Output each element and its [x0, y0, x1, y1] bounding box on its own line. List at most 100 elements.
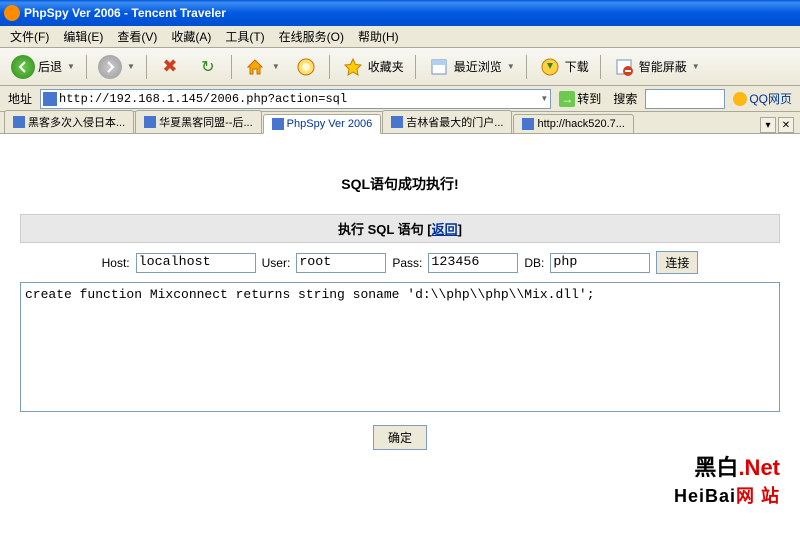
- back-button[interactable]: 后退 ▼: [6, 52, 80, 82]
- stop-icon: ✖: [158, 55, 182, 79]
- tab-close-button[interactable]: ✕: [778, 117, 794, 133]
- submit-button[interactable]: 确定: [373, 425, 427, 450]
- chevron-down-icon: ▼: [67, 62, 75, 71]
- search-label: 搜索: [609, 90, 641, 107]
- tab-label: 华夏黑客同盟--后...: [159, 114, 253, 130]
- go-button[interactable]: → 转到: [555, 90, 605, 107]
- address-input-wrap[interactable]: ▼: [40, 89, 551, 109]
- tab-4[interactable]: http://hack520.7...: [513, 114, 633, 133]
- window-titlebar: PhpSpy Ver 2006 - Tencent Traveler: [0, 0, 800, 26]
- separator: [146, 55, 147, 79]
- qq-label: QQ网页: [749, 90, 792, 107]
- tab-favicon: [13, 116, 25, 128]
- tab-label: 黑客多次入侵日本...: [28, 114, 125, 130]
- search-icon: [294, 55, 318, 79]
- tab-label: PhpSpy Ver 2006: [287, 118, 373, 130]
- watermark-bottom: HeiBai网 站: [674, 482, 780, 508]
- separator: [415, 55, 416, 79]
- refresh-button[interactable]: ↻: [191, 52, 225, 82]
- star-icon: [341, 55, 365, 79]
- success-message: SQL语句成功执行!: [20, 174, 780, 194]
- forward-button[interactable]: ▼: [93, 52, 140, 82]
- app-icon: [4, 5, 20, 21]
- download-label: 下载: [565, 58, 589, 75]
- back-label: 后退: [38, 58, 62, 75]
- back-icon: [11, 55, 35, 79]
- refresh-icon: ↻: [196, 55, 220, 79]
- db-label: DB:: [524, 256, 544, 270]
- host-input[interactable]: [136, 253, 256, 273]
- stop-button[interactable]: ✖: [153, 52, 187, 82]
- home-icon: [243, 55, 267, 79]
- address-input[interactable]: [59, 92, 538, 106]
- tab-label: 吉林省最大的门户...: [406, 114, 503, 130]
- db-connection-row: Host: User: Pass: DB: 连接: [20, 251, 780, 274]
- search-button[interactable]: [289, 52, 323, 82]
- toolbar: 后退 ▼ ▼ ✖ ↻ ▼ 收藏夹 最近浏览 ▼: [0, 48, 800, 86]
- tab-0[interactable]: 黑客多次入侵日本...: [4, 110, 134, 133]
- menu-edit[interactable]: 编辑(E): [57, 26, 109, 47]
- user-input[interactable]: [296, 253, 386, 273]
- chevron-down-icon: ▼: [692, 62, 700, 71]
- favorites-button[interactable]: 收藏夹: [336, 52, 409, 82]
- chevron-down-icon: ▼: [507, 62, 515, 71]
- search-input[interactable]: [645, 89, 725, 109]
- menu-file[interactable]: 文件(F): [4, 26, 55, 47]
- tab-favicon: [144, 116, 156, 128]
- section-header: 执行 SQL 语句 [返回]: [20, 214, 780, 243]
- history-label: 最近浏览: [454, 58, 502, 75]
- smartblock-button[interactable]: 智能屏蔽 ▼: [607, 52, 705, 82]
- section-title-prefix: 执行 SQL 语句 [: [338, 222, 432, 237]
- user-label: User:: [262, 256, 291, 270]
- section-title-suffix: ]: [458, 222, 462, 237]
- tabbar: 黑客多次入侵日本... 华夏黑客同盟--后... PhpSpy Ver 2006…: [0, 112, 800, 134]
- home-button[interactable]: ▼: [238, 52, 285, 82]
- menu-favorites[interactable]: 收藏(A): [165, 26, 217, 47]
- history-icon: [427, 55, 451, 79]
- separator: [329, 55, 330, 79]
- download-button[interactable]: 下载: [533, 52, 594, 82]
- separator: [86, 55, 87, 79]
- menubar: 文件(F) 编辑(E) 查看(V) 收藏(A) 工具(T) 在线服务(O) 帮助…: [0, 26, 800, 48]
- tabbar-controls: ▾ ✕: [758, 117, 796, 133]
- download-icon: [538, 55, 562, 79]
- sql-query-textarea[interactable]: [20, 282, 780, 412]
- chevron-down-icon: ▼: [272, 62, 280, 71]
- watermark: 黑白.Net HeiBai网 站: [674, 450, 780, 508]
- pass-label: Pass:: [392, 256, 422, 270]
- go-icon: →: [559, 91, 575, 107]
- window-title: PhpSpy Ver 2006 - Tencent Traveler: [24, 6, 226, 20]
- pass-input[interactable]: [428, 253, 518, 273]
- tab-2[interactable]: PhpSpy Ver 2006: [263, 114, 382, 134]
- menu-help[interactable]: 帮助(H): [352, 26, 405, 47]
- tab-1[interactable]: 华夏黑客同盟--后...: [135, 110, 262, 133]
- tab-menu-button[interactable]: ▾: [760, 117, 776, 133]
- separator: [231, 55, 232, 79]
- tab-favicon: [391, 116, 403, 128]
- menu-view[interactable]: 查看(V): [111, 26, 163, 47]
- address-label: 地址: [4, 90, 36, 107]
- tab-3[interactable]: 吉林省最大的门户...: [382, 110, 512, 133]
- host-label: Host:: [102, 256, 130, 270]
- tab-label: http://hack520.7...: [537, 118, 624, 130]
- connect-button[interactable]: 连接: [656, 251, 698, 274]
- page-favicon: [43, 92, 57, 106]
- addressbar: 地址 ▼ → 转到 搜索 QQ网页: [0, 86, 800, 112]
- qq-link[interactable]: QQ网页: [729, 90, 796, 107]
- page-content: SQL语句成功执行! 执行 SQL 语句 [返回] Host: User: Pa…: [0, 134, 800, 470]
- tab-favicon: [522, 118, 534, 130]
- separator: [600, 55, 601, 79]
- menu-online[interactable]: 在线服务(O): [273, 26, 350, 47]
- chevron-down-icon: ▼: [127, 62, 135, 71]
- separator: [526, 55, 527, 79]
- watermark-top: 黑白.Net: [674, 450, 780, 482]
- submit-row: 确定: [20, 425, 780, 450]
- history-button[interactable]: 最近浏览 ▼: [422, 52, 520, 82]
- db-input[interactable]: [550, 253, 650, 273]
- tab-favicon: [272, 118, 284, 130]
- menu-tools[interactable]: 工具(T): [219, 26, 270, 47]
- favorites-label: 收藏夹: [368, 58, 404, 75]
- return-link[interactable]: 返回: [432, 222, 458, 237]
- chevron-down-icon[interactable]: ▼: [540, 94, 548, 103]
- qq-icon: [733, 92, 747, 106]
